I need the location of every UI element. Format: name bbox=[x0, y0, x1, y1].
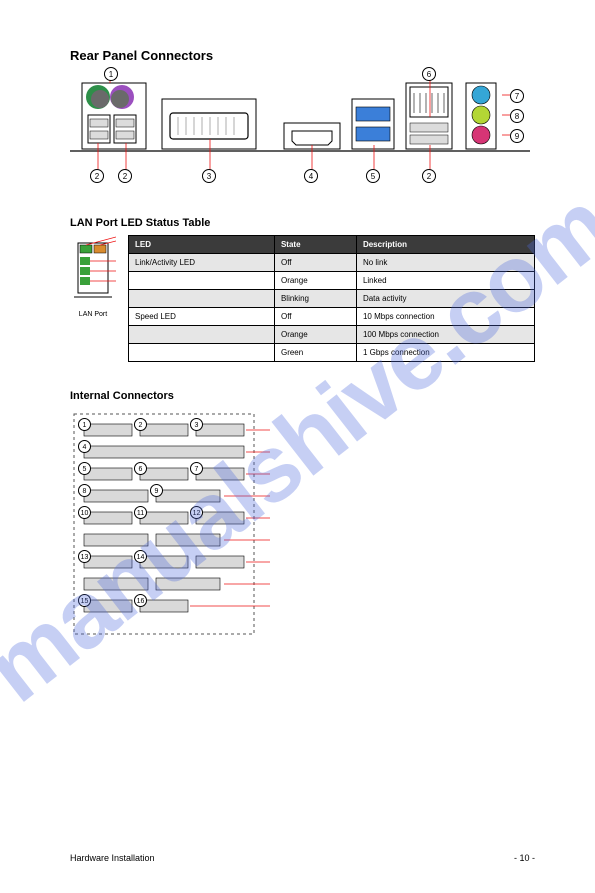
ic-8: 8 bbox=[78, 484, 91, 497]
rear-callout-4: 4 bbox=[304, 169, 318, 183]
ic-15: 15 bbox=[78, 594, 91, 607]
lan-block: LAN Port LED State Description Link/Acti… bbox=[70, 235, 535, 362]
rear-callout-2c: 2 bbox=[422, 169, 436, 183]
ic-10: 10 bbox=[78, 506, 91, 519]
ic-5: 5 bbox=[78, 462, 91, 475]
ic-4: 4 bbox=[78, 440, 91, 453]
lan-th-2: Description bbox=[356, 236, 534, 254]
lan-th-1: State bbox=[274, 236, 356, 254]
ic-13: 13 bbox=[78, 550, 91, 563]
rear-callout-9: 9 bbox=[510, 129, 524, 143]
rear-callout-3: 3 bbox=[202, 169, 216, 183]
ic-7: 7 bbox=[190, 462, 203, 475]
ic-3: 3 bbox=[190, 418, 203, 431]
ic-14: 14 bbox=[134, 550, 147, 563]
rear-callout-2: 2 bbox=[90, 169, 104, 183]
rear-callout-2b: 2 bbox=[118, 169, 132, 183]
ic-11: 11 bbox=[134, 506, 147, 519]
ic-1: 1 bbox=[78, 418, 91, 431]
rear-panel-diagram: 1 2 2 3 4 5 6 2 7 8 9 bbox=[70, 73, 535, 203]
lan-mini-diagram: LAN Port bbox=[70, 235, 116, 362]
ic-2: 2 bbox=[134, 418, 147, 431]
rear-callout-7: 7 bbox=[510, 89, 524, 103]
ic-9: 9 bbox=[150, 484, 163, 497]
rear-callout-1: 1 bbox=[104, 67, 118, 81]
footer-left: Hardware Installation bbox=[70, 853, 155, 863]
ic-16: 16 bbox=[134, 594, 147, 607]
rear-callout-5: 5 bbox=[366, 169, 380, 183]
page-footer: Hardware Installation - 10 - bbox=[70, 853, 535, 863]
ic-12: 12 bbox=[190, 506, 203, 519]
lan-th-0: LED bbox=[129, 236, 275, 254]
lan-caption: LAN Port LED Status Table bbox=[70, 217, 535, 229]
internal-title: Internal Connectors bbox=[70, 390, 535, 402]
ic-6: 6 bbox=[134, 462, 147, 475]
footer-right: - 10 - bbox=[514, 853, 535, 863]
rear-callout-8: 8 bbox=[510, 109, 524, 123]
internal-connectors-diagram: 1 2 3 4 5 6 7 8 9 10 11 12 13 14 15 16 bbox=[70, 410, 535, 650]
lan-port-label: LAN Port bbox=[70, 311, 116, 318]
section-title: Rear Panel Connectors bbox=[70, 48, 535, 63]
rear-callout-6: 6 bbox=[422, 67, 436, 81]
lan-led-table: LED State Description Link/Activity LED … bbox=[128, 235, 535, 362]
